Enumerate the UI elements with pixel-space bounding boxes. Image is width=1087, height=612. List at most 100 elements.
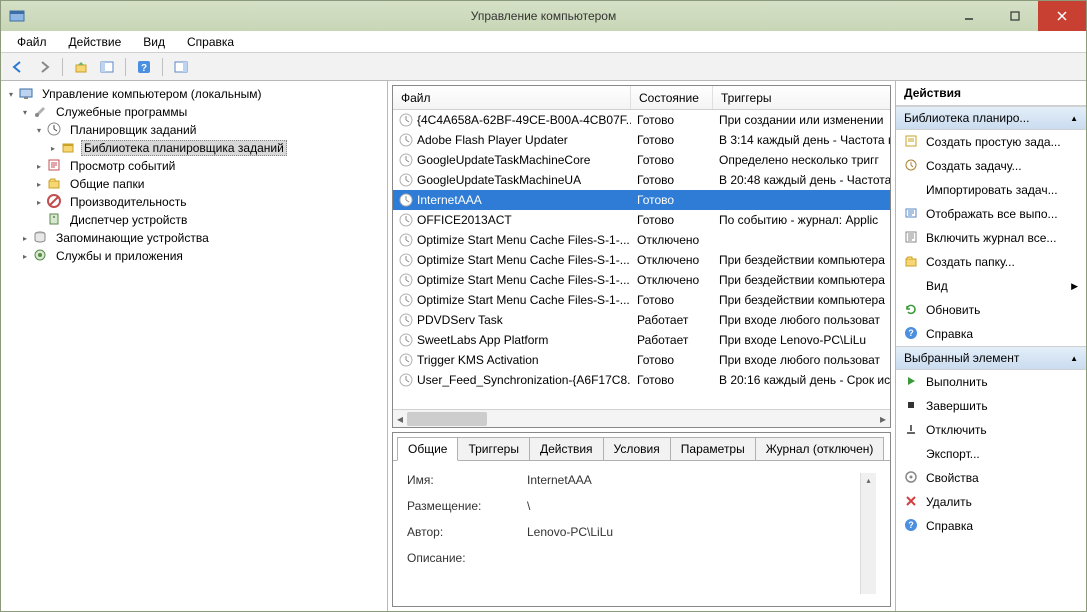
maximize-button[interactable] — [992, 1, 1038, 31]
tree-node[interactable]: ▸Просмотр событий — [3, 157, 385, 175]
tree-node[interactable]: ▸Общие папки — [3, 175, 385, 193]
expander-icon[interactable]: ▸ — [19, 250, 31, 262]
tree-node[interactable]: Диспетчер устройств — [3, 211, 385, 229]
column-trigger[interactable]: Триггеры — [713, 86, 890, 109]
task-icon — [399, 293, 413, 307]
table-row[interactable]: Optimize Start Menu Cache Files-S-1-...О… — [393, 230, 890, 250]
tree-node[interactable]: ▸ Производительность — [3, 193, 385, 211]
tree-node[interactable]: ▸Библиотека планировщика заданий — [3, 139, 385, 157]
action-item[interactable]: Выполнить — [896, 370, 1086, 394]
action-label: Свойства — [926, 471, 979, 485]
action-item[interactable]: Свойства — [896, 466, 1086, 490]
action-item[interactable]: Импортировать задач... — [896, 178, 1086, 202]
up-button[interactable] — [70, 56, 92, 78]
action-item[interactable]: Завершить — [896, 394, 1086, 418]
back-button[interactable] — [7, 56, 29, 78]
expander-icon[interactable]: ▸ — [33, 160, 45, 172]
action-item[interactable]: Отображать все выпо... — [896, 202, 1086, 226]
scroll-right-icon[interactable]: ▸ — [876, 412, 890, 426]
tree-panel[interactable]: ▾Управление компьютером (локальным)▾Служ… — [1, 81, 388, 611]
tab-triggers[interactable]: Триггеры — [457, 437, 530, 461]
column-file[interactable]: Файл — [393, 86, 631, 109]
action-item[interactable]: Создать задачу... — [896, 154, 1086, 178]
tab-settings[interactable]: Параметры — [670, 437, 756, 461]
tab-history[interactable]: Журнал (отключен) — [755, 437, 885, 461]
action-item[interactable]: Создать папку... — [896, 250, 1086, 274]
perf-icon — [47, 194, 63, 210]
action-item[interactable]: Обновить — [896, 298, 1086, 322]
action-item[interactable]: Экспорт... — [896, 442, 1086, 466]
menu-view[interactable]: Вид — [133, 33, 175, 51]
table-row[interactable]: GoogleUpdateTaskMachineCoreГотовоОпредел… — [393, 150, 890, 170]
tree-node[interactable]: ▸ Службы и приложения — [3, 247, 385, 265]
expander-icon[interactable]: ▾ — [5, 88, 17, 100]
expander-icon[interactable] — [33, 214, 45, 226]
action-label: Вид — [926, 279, 948, 293]
table-row[interactable]: InternetAAAГотово — [393, 190, 890, 210]
table-row[interactable]: Trigger KMS ActivationГотовоПри входе лю… — [393, 350, 890, 370]
table-row[interactable]: Adobe Flash Player UpdaterГотовоВ 3:14 к… — [393, 130, 890, 150]
action-item[interactable]: ?Справка — [896, 514, 1086, 538]
middle-panel: Файл Состояние Триггеры {4C4A658A-62BF-4… — [388, 81, 896, 611]
table-row[interactable]: SweetLabs App PlatformРаботаетПри входе … — [393, 330, 890, 350]
expander-icon[interactable]: ▸ — [33, 196, 45, 208]
tree-node[interactable]: ▾Служебные программы — [3, 103, 385, 121]
tree-label: Службы и приложения — [53, 248, 186, 264]
task-icon — [399, 213, 413, 227]
tab-actions[interactable]: Действия — [529, 437, 604, 461]
details-scrollbar[interactable]: ▴ — [860, 473, 876, 594]
horizontal-scrollbar[interactable]: ◂ ▸ — [393, 409, 890, 427]
close-button[interactable] — [1038, 1, 1086, 31]
actions-section-library[interactable]: Библиотека планиро... ▲ — [896, 106, 1086, 130]
table-row[interactable]: PDVDServ TaskРаботаетПри входе любого по… — [393, 310, 890, 330]
column-state[interactable]: Состояние — [631, 86, 713, 109]
action-item[interactable]: Создать простую зада... — [896, 130, 1086, 154]
tree-node[interactable]: ▾Управление компьютером (локальным) — [3, 85, 385, 103]
help-button[interactable]: ? — [133, 56, 155, 78]
table-row[interactable]: User_Feed_Synchronization-{A6F17C8...Гот… — [393, 370, 890, 390]
actions-header: Действия — [896, 81, 1086, 106]
task-name: GoogleUpdateTaskMachineCore — [417, 153, 590, 167]
action-item[interactable]: ?Справка — [896, 322, 1086, 346]
show-all-icon — [904, 206, 920, 222]
table-row[interactable]: GoogleUpdateTaskMachineUAГотовоВ 20:48 к… — [393, 170, 890, 190]
tab-conditions[interactable]: Условия — [603, 437, 671, 461]
action-item[interactable]: Удалить — [896, 490, 1086, 514]
expander-icon[interactable]: ▸ — [19, 232, 31, 244]
task-trigger: При входе Lenovo-PC\LiLu — [713, 333, 890, 347]
tree-node[interactable]: ▾Планировщик заданий — [3, 121, 385, 139]
table-row[interactable]: Optimize Start Menu Cache Files-S-1-...О… — [393, 250, 890, 270]
expander-icon[interactable]: ▾ — [19, 106, 31, 118]
menu-help[interactable]: Справка — [177, 33, 244, 51]
tab-general[interactable]: Общие — [397, 437, 458, 461]
scroll-thumb[interactable] — [407, 412, 487, 426]
tree-label: Диспетчер устройств — [67, 212, 190, 228]
actions-section-selected[interactable]: Выбранный элемент ▲ — [896, 346, 1086, 370]
table-row[interactable]: Optimize Start Menu Cache Files-S-1-...О… — [393, 270, 890, 290]
action-item[interactable]: Отключить — [896, 418, 1086, 442]
menu-file[interactable]: Файл — [7, 33, 57, 51]
forward-button[interactable] — [33, 56, 55, 78]
table-row[interactable]: OFFICE2013ACTГотовоПо событию - журнал: … — [393, 210, 890, 230]
action-item[interactable]: Вид▶ — [896, 274, 1086, 298]
storage-icon — [33, 230, 49, 246]
task-name: Adobe Flash Player Updater — [417, 133, 568, 147]
table-row[interactable]: Optimize Start Menu Cache Files-S-1-...Г… — [393, 290, 890, 310]
tree-label: Производительность — [67, 194, 189, 210]
expander-icon[interactable]: ▸ — [47, 142, 59, 154]
window-title: Управление компьютером — [471, 9, 616, 23]
task-state: Отключено — [631, 233, 713, 247]
table-row[interactable]: {4C4A658A-62BF-49CE-B00A-4CB07F...Готово… — [393, 110, 890, 130]
tree-node[interactable]: ▸Запоминающие устройства — [3, 229, 385, 247]
menu-action[interactable]: Действие — [59, 33, 132, 51]
expander-icon[interactable]: ▸ — [33, 178, 45, 190]
minimize-button[interactable] — [946, 1, 992, 31]
action-item[interactable]: Включить журнал все... — [896, 226, 1086, 250]
scroll-up-icon[interactable]: ▴ — [862, 473, 876, 487]
scroll-left-icon[interactable]: ◂ — [393, 412, 407, 426]
show-hide-actions-button[interactable] — [170, 56, 192, 78]
show-hide-tree-button[interactable] — [96, 56, 118, 78]
task-list-body[interactable]: {4C4A658A-62BF-49CE-B00A-4CB07F...Готово… — [393, 110, 890, 409]
expander-icon[interactable]: ▾ — [33, 124, 45, 136]
task-state: Готово — [631, 293, 713, 307]
